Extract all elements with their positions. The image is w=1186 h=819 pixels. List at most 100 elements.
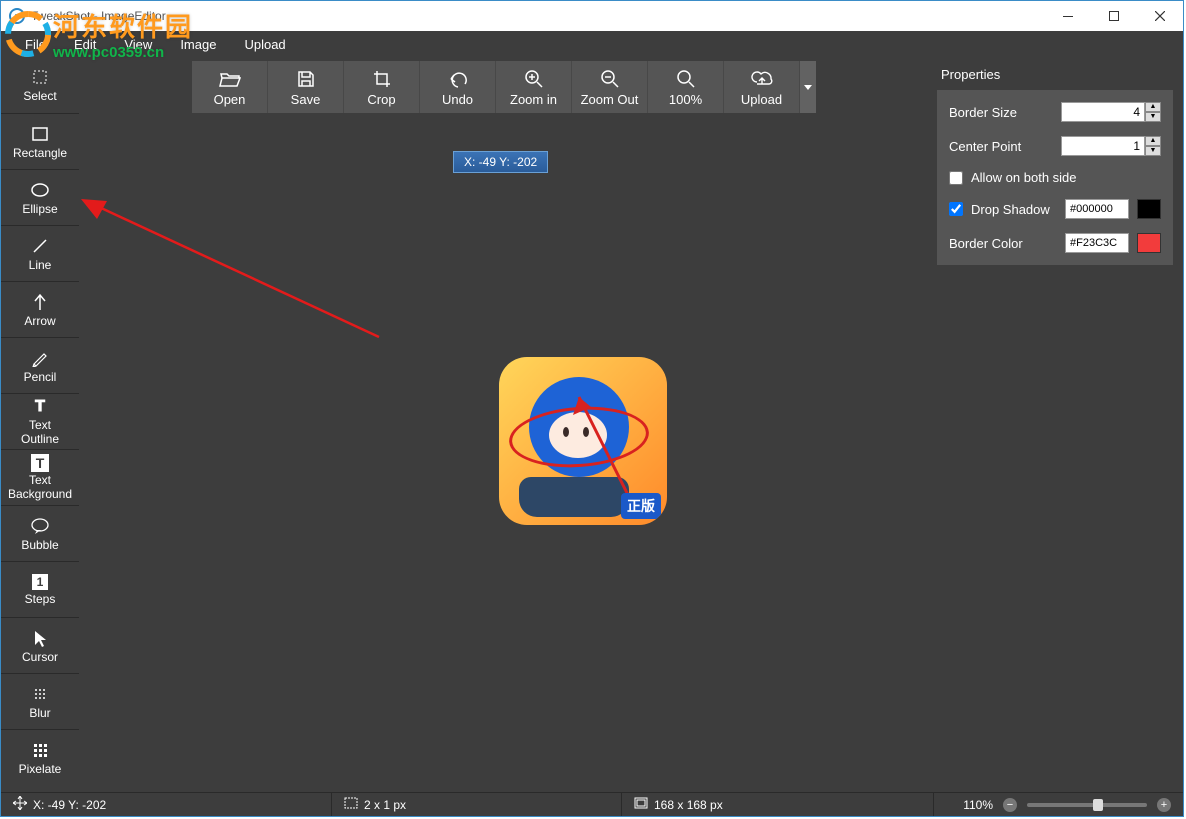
menu-upload[interactable]: Upload [232,34,297,55]
selection-icon [344,797,358,812]
canvas-area[interactable]: Open Save Crop Undo Zoom in Zoom Out 100… [79,57,929,792]
status-selection: 2 x 1 px [364,798,406,812]
tool-label: Select [23,89,56,103]
crop-icon [371,68,393,90]
upload-dropdown[interactable] [800,61,816,113]
tool-ellipse[interactable]: Ellipse [1,169,79,225]
menubar: File Edit View Image Upload [1,31,1183,57]
menu-image[interactable]: Image [168,34,228,55]
menu-edit[interactable]: Edit [62,34,108,55]
text-background-icon: T [31,454,49,472]
tool-text-background[interactable]: T Text Background [1,449,79,505]
tool-blur[interactable]: Blur [1,673,79,729]
drop-shadow-color-input[interactable] [1065,199,1129,219]
move-icon [13,796,27,813]
bubble-icon [30,516,50,536]
guide-arrow-icon [79,187,399,347]
titlebar: TweakShot - ImageEditor [1,1,1183,31]
zoom-out-icon [599,68,621,90]
undo-icon [447,68,469,90]
spin-down[interactable]: ▼ [1145,146,1161,156]
tool-label: Bubble [21,538,58,552]
status-zoom: 110% [963,798,993,812]
tool-label: Pixelate [19,762,62,776]
border-color-input[interactable] [1065,233,1129,253]
zoomin-button[interactable]: Zoom in [496,61,572,113]
drop-shadow-label: Drop Shadow [971,202,1057,217]
tool-text-outline[interactable]: T Text Outline [1,393,79,449]
drop-shadow-swatch[interactable] [1137,199,1161,219]
properties-panel: Properties Border Size ▲▼ Center Point ▲… [929,57,1183,792]
allow-both-checkbox[interactable] [949,171,963,185]
zoom-100-icon [675,68,697,90]
allow-both-label: Allow on both side [971,170,1077,185]
tool-arrow[interactable]: Arrow [1,281,79,337]
menu-file[interactable]: File [13,34,58,55]
tool-rectangle[interactable]: Rectangle [1,113,79,169]
tool-line[interactable]: Line [1,225,79,281]
app-window: TweakShot - ImageEditor File Edit View I… [0,0,1184,817]
minimize-button[interactable] [1045,1,1091,31]
center-point-field[interactable] [1061,136,1145,156]
properties-title: Properties [929,57,1173,90]
properties-box: Border Size ▲▼ Center Point ▲▼ Allow on [937,90,1173,265]
border-color-label: Border Color [949,236,1057,251]
window-title: TweakShot - ImageEditor [31,9,1045,23]
zoom-slider-thumb[interactable] [1093,799,1103,811]
undo-button[interactable]: Undo [420,61,496,113]
image-badge: 正版 [621,493,661,519]
spin-down[interactable]: ▼ [1145,112,1161,122]
line-icon [30,236,50,256]
tool-select[interactable]: Select [1,57,79,113]
tool-pencil[interactable]: Pencil [1,337,79,393]
center-point-input[interactable]: ▲▼ [1061,136,1161,156]
border-color-swatch[interactable] [1137,233,1161,253]
upload-button[interactable]: Upload [724,61,800,113]
zoom-in-btn[interactable]: + [1157,798,1171,812]
border-size-label: Border Size [949,105,1053,120]
annotation-arrow[interactable] [559,387,649,507]
tool-label: Text Background [8,474,72,500]
open-button[interactable]: Open [192,61,268,113]
image-size-icon [634,797,648,812]
tool-cursor[interactable]: Cursor [1,617,79,673]
tool-label: Line [29,258,52,272]
status-imgsize: 168 x 168 px [654,798,723,812]
tool-label: Rectangle [13,146,67,160]
btn-label: Zoom Out [581,92,639,107]
border-size-field[interactable] [1061,102,1145,122]
btn-label: Zoom in [510,92,557,107]
crop-button[interactable]: Crop [344,61,420,113]
zoom-slider[interactable] [1027,803,1147,807]
select-icon [30,67,50,87]
spin-up[interactable]: ▲ [1145,102,1161,112]
btn-label: 100% [669,92,702,107]
close-button[interactable] [1137,1,1183,31]
coordinates-tooltip: X: -49 Y: -202 [453,151,548,173]
tool-pixelate[interactable]: Pixelate [1,729,79,785]
steps-icon: 1 [32,574,48,590]
btn-label: Open [214,92,246,107]
zoom100-button[interactable]: 100% [648,61,724,113]
tool-label: Blur [29,706,50,720]
menu-view[interactable]: View [112,34,164,55]
zoom-in-icon [523,68,545,90]
drop-shadow-checkbox[interactable] [949,202,963,216]
maximize-button[interactable] [1091,1,1137,31]
tools-panel: Select Rectangle Ellipse Line Arrow Penc… [1,57,79,792]
spin-up[interactable]: ▲ [1145,136,1161,146]
tool-steps[interactable]: 1 Steps [1,561,79,617]
blur-icon [30,684,50,704]
zoomout-button[interactable]: Zoom Out [572,61,648,113]
tool-bubble[interactable]: Bubble [1,505,79,561]
chevron-down-icon [804,85,812,90]
main-area: Select Rectangle Ellipse Line Arrow Penc… [1,57,1183,792]
text-outline-icon: T [30,397,50,417]
save-icon [295,68,317,90]
btn-label: Upload [741,92,782,107]
upload-icon [751,68,773,90]
loaded-image[interactable]: 正版 [499,357,667,525]
border-size-input[interactable]: ▲▼ [1061,102,1161,122]
save-button[interactable]: Save [268,61,344,113]
zoom-out-btn[interactable]: − [1003,798,1017,812]
